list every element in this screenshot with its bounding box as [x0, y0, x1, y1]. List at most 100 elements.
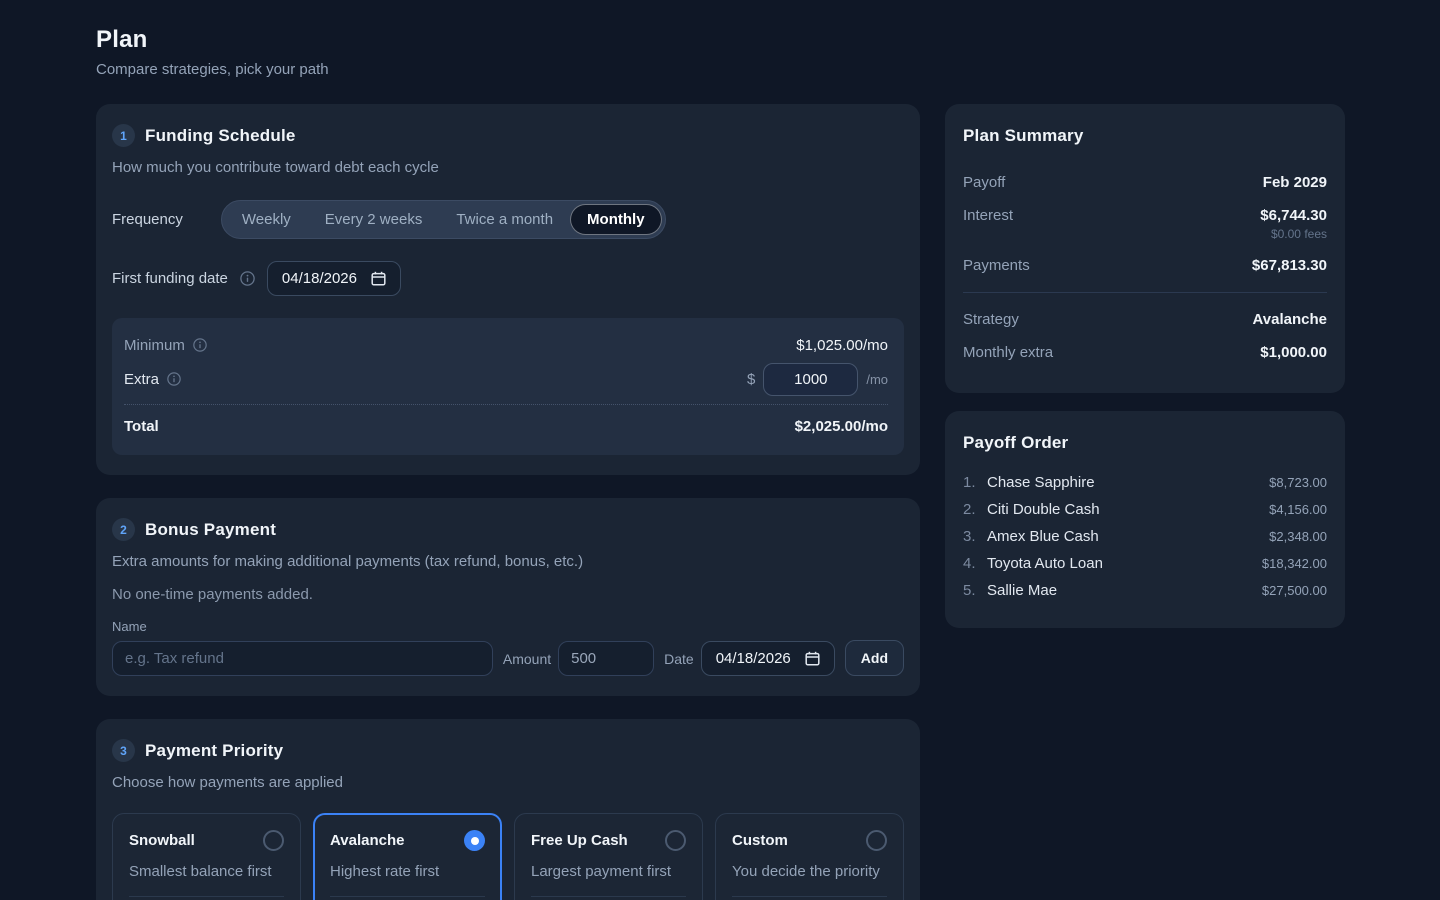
strategy-options-grid: Snowball Smallest balance first Pay off …	[112, 813, 904, 900]
bonus-name-input[interactable]	[112, 641, 493, 676]
add-bonus-button[interactable]: Add	[845, 640, 904, 676]
summary-divider	[963, 292, 1327, 293]
order-index: 4.	[963, 555, 985, 572]
radio-unchecked-icon[interactable]	[866, 830, 887, 851]
per-month-suffix: /mo	[866, 372, 888, 387]
payments-value: $67,813.30	[1252, 257, 1327, 274]
payoff-order-item: 1. Chase Sapphire $8,723.00	[963, 469, 1327, 496]
currency-symbol: $	[747, 371, 755, 388]
panel-divider	[124, 404, 888, 405]
step-2-badge: 2	[112, 518, 135, 541]
priority-card-header: 3 Payment Priority	[112, 739, 904, 762]
debt-name: Amex Blue Cash	[987, 528, 1099, 545]
right-column: Plan Summary Payoff Feb 2029 Interest $6…	[945, 104, 1345, 628]
debt-amount: $4,156.00	[1269, 502, 1327, 517]
bonus-date-label: Date	[664, 651, 694, 667]
total-row: Total $2,025.00/mo	[124, 409, 888, 443]
funding-card-title: Funding Schedule	[145, 126, 296, 146]
total-value: $2,025.00/mo	[795, 418, 888, 435]
bonus-card-header: 2 Bonus Payment	[112, 518, 904, 541]
option-divider	[531, 896, 686, 897]
option-divider	[129, 896, 284, 897]
first-funding-date-value: 04/18/2026	[282, 270, 357, 287]
strategy-row: Strategy Avalanche	[963, 303, 1327, 336]
minimum-label: Minimum	[124, 337, 185, 354]
calendar-icon	[805, 651, 820, 666]
payments-label: Payments	[963, 257, 1030, 274]
strategy-tagline: You decide the priority	[732, 863, 887, 880]
minimum-value: $1,025.00/mo	[796, 337, 888, 354]
plan-summary-title: Plan Summary	[963, 126, 1327, 146]
order-index: 5.	[963, 582, 985, 599]
strategy-name: Avalanche	[330, 832, 404, 849]
payment-priority-card: 3 Payment Priority Choose how payments a…	[96, 719, 920, 900]
priority-card-title: Payment Priority	[145, 741, 283, 761]
strategy-option-snowball[interactable]: Snowball Smallest balance first Pay off …	[112, 813, 301, 900]
debt-amount: $2,348.00	[1269, 529, 1327, 544]
minimum-row: Minimum $1,025.00/mo	[124, 328, 888, 362]
bonus-amount-group: Amount	[503, 641, 654, 676]
bonus-empty-state: No one-time payments added.	[112, 586, 904, 603]
funding-card-subtitle: How much you contribute toward debt each…	[112, 159, 904, 176]
info-icon	[193, 338, 207, 352]
main-layout: 1 Funding Schedule How much you contribu…	[96, 104, 1345, 900]
frequency-option-monthly[interactable]: Monthly	[570, 204, 662, 235]
plan-page: Plan Compare strategies, pick your path …	[0, 0, 1440, 900]
order-index: 2.	[963, 501, 985, 518]
extra-amount-input[interactable]	[763, 363, 858, 396]
payoff-row: Payoff Feb 2029	[963, 166, 1327, 199]
bonus-card-title: Bonus Payment	[145, 520, 276, 540]
strategy-name: Custom	[732, 832, 788, 849]
bonus-date-input[interactable]: 04/18/2026	[701, 641, 835, 676]
frequency-segmented-control: Weekly Every 2 weeks Twice a month Month…	[221, 200, 666, 239]
first-funding-date-row: First funding date 04/18/2026	[112, 261, 904, 296]
payoff-order-list: 1. Chase Sapphire $8,723.00 2. Citi Doub…	[963, 469, 1327, 604]
radio-unchecked-icon[interactable]	[665, 830, 686, 851]
bonus-form-row: Name Amount Date 04/18/2026	[112, 619, 904, 676]
strategy-tagline: Smallest balance first	[129, 863, 284, 880]
interest-row: Interest $6,744.30 $0.00 fees	[963, 199, 1327, 249]
debt-amount: $18,342.00	[1262, 556, 1327, 571]
option-divider	[330, 896, 485, 897]
total-label: Total	[124, 418, 159, 435]
bonus-date-group: Date 04/18/2026	[664, 641, 835, 676]
bonus-amount-input[interactable]	[558, 641, 654, 676]
first-funding-date-input[interactable]: 04/18/2026	[267, 261, 401, 296]
frequency-option-every-2-weeks[interactable]: Every 2 weeks	[308, 204, 440, 235]
frequency-option-twice-a-month[interactable]: Twice a month	[439, 204, 570, 235]
step-1-badge: 1	[112, 124, 135, 147]
bonus-card-subtitle: Extra amounts for making additional paym…	[112, 553, 904, 570]
payoff-order-item: 3. Amex Blue Cash $2,348.00	[963, 523, 1327, 550]
radio-checked-icon[interactable]	[464, 830, 485, 851]
extra-row: Extra $ /mo	[124, 362, 888, 396]
debt-name: Citi Double Cash	[987, 501, 1100, 518]
debt-amount: $8,723.00	[1269, 475, 1327, 490]
payoff-order-title: Payoff Order	[963, 433, 1327, 453]
page-header: Plan Compare strategies, pick your path	[96, 26, 1345, 78]
frequency-option-weekly[interactable]: Weekly	[225, 204, 308, 235]
interest-label: Interest	[963, 207, 1013, 224]
plan-summary-card: Plan Summary Payoff Feb 2029 Interest $6…	[945, 104, 1345, 393]
monthly-extra-label: Monthly extra	[963, 344, 1053, 361]
debt-amount: $27,500.00	[1262, 583, 1327, 598]
strategy-option-avalanche[interactable]: Avalanche Highest rate first Attack the …	[313, 813, 502, 900]
strategy-name: Free Up Cash	[531, 832, 628, 849]
strategy-option-free-up-cash[interactable]: Free Up Cash Largest payment first Elimi…	[514, 813, 703, 900]
strategy-name: Snowball	[129, 832, 195, 849]
calendar-icon	[371, 271, 386, 286]
first-funding-date-label: First funding date	[112, 270, 228, 287]
radio-unchecked-icon[interactable]	[263, 830, 284, 851]
page-subtitle: Compare strategies, pick your path	[96, 61, 1345, 78]
strategy-option-custom[interactable]: Custom You decide the priority Drag your…	[715, 813, 904, 900]
plan-summary-rows: Payoff Feb 2029 Interest $6,744.30 $0.00…	[963, 166, 1327, 369]
frequency-label: Frequency	[112, 211, 183, 228]
monthly-extra-value: $1,000.00	[1260, 344, 1327, 361]
bonus-date-value: 04/18/2026	[716, 650, 791, 667]
funding-card-header: 1 Funding Schedule	[112, 124, 904, 147]
strategy-label: Strategy	[963, 311, 1019, 328]
funding-breakdown-panel: Minimum $1,025.00/mo Extra	[112, 318, 904, 455]
left-column: 1 Funding Schedule How much you contribu…	[96, 104, 920, 900]
payoff-order-item: 2. Citi Double Cash $4,156.00	[963, 496, 1327, 523]
frequency-row: Frequency Weekly Every 2 weeks Twice a m…	[112, 200, 904, 239]
payoff-order-item: 5. Sallie Mae $27,500.00	[963, 577, 1327, 604]
